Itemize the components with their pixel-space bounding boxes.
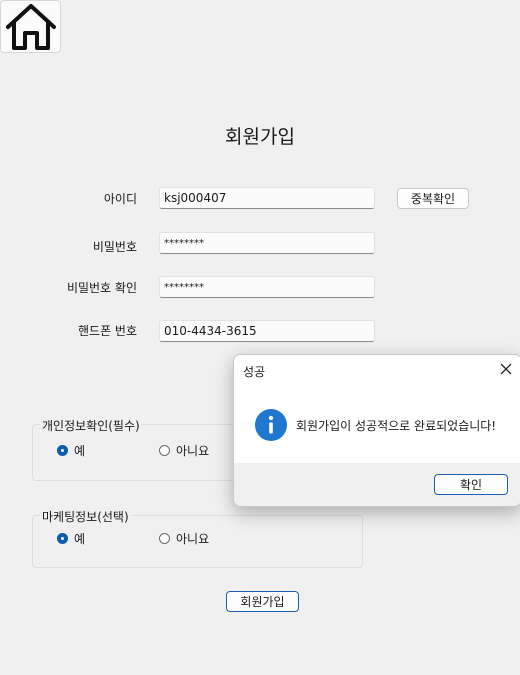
signup-button[interactable]: 회원가입 <box>226 591 299 612</box>
marketing-consent-legend: 마케팅정보(선택) <box>40 508 131 525</box>
marketing-no-label: 아니요 <box>176 532 210 546</box>
info-icon <box>255 409 287 441</box>
dialog-body: 회원가입이 성공적으로 완료되었습니다! <box>234 385 520 463</box>
password-label: 비밀번호 <box>92 240 137 254</box>
ok-button[interactable]: 확인 <box>434 474 508 495</box>
phone-field[interactable]: 010-4434-3615 <box>159 320 375 342</box>
duplicate-check-button[interactable]: 중복확인 <box>397 188 469 209</box>
id-field[interactable]: ksj000407 <box>159 187 375 209</box>
marketing-no-radio[interactable]: 아니요 <box>159 530 209 547</box>
password-confirm-field[interactable]: ******** <box>159 276 375 298</box>
radio-selected-icon <box>57 445 68 456</box>
home-icon <box>5 3 56 50</box>
privacy-no-radio[interactable]: 아니요 <box>159 442 209 459</box>
marketing-yes-radio[interactable]: 예 <box>57 530 85 547</box>
home-button[interactable] <box>0 0 61 53</box>
marketing-yes-label: 예 <box>74 532 86 546</box>
id-label: 아이디 <box>103 192 137 206</box>
password-field[interactable]: ******** <box>159 232 375 254</box>
privacy-no-label: 아니요 <box>176 444 210 458</box>
page-title: 회원가입 <box>225 126 295 148</box>
privacy-yes-radio[interactable]: 예 <box>57 442 85 459</box>
radio-unselected-icon <box>159 445 170 456</box>
privacy-consent-legend: 개인정보확인(필수) <box>40 417 142 434</box>
dialog-footer: 확인 <box>234 463 520 506</box>
close-icon[interactable] <box>499 362 513 376</box>
radio-selected-icon <box>57 533 68 544</box>
password-confirm-label: 비밀번호 확인 <box>66 281 137 295</box>
success-dialog: 성공 회원가입이 성공적으로 완료되었습니다! 확인 <box>233 354 520 507</box>
dialog-title: 성공 <box>243 365 266 379</box>
phone-label: 핸드폰 번호 <box>77 324 137 338</box>
dialog-message: 회원가입이 성공적으로 완료되었습니다! <box>296 419 497 433</box>
privacy-yes-label: 예 <box>74 444 86 458</box>
radio-unselected-icon <box>159 533 170 544</box>
